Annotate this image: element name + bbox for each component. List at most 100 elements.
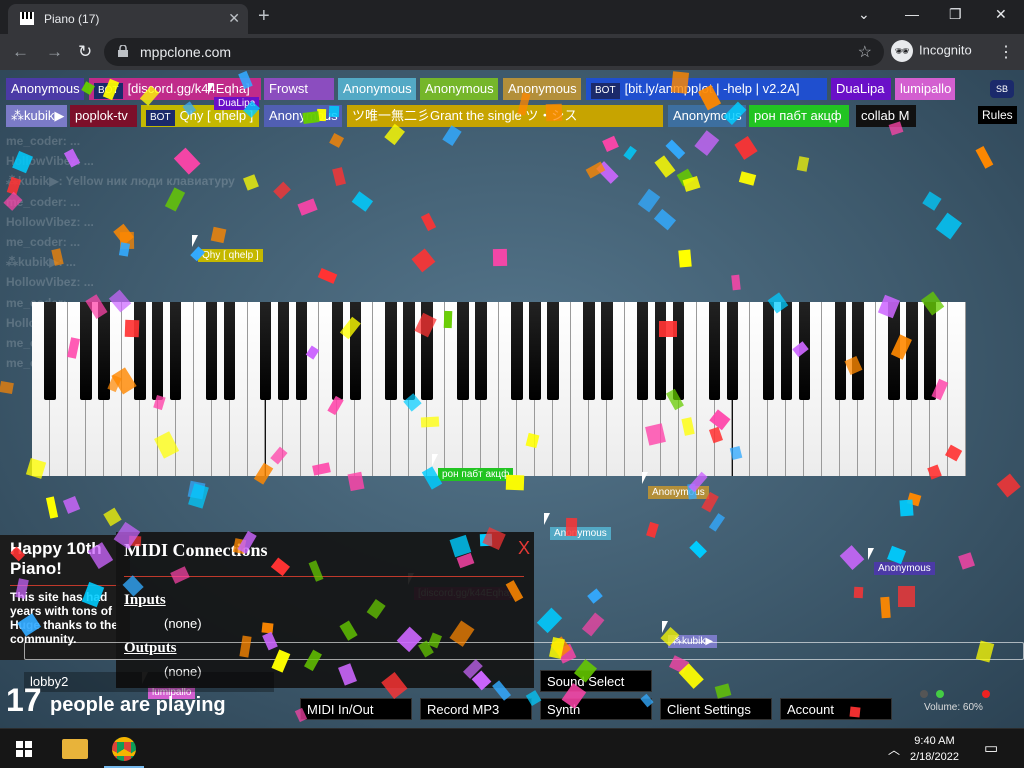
black-key[interactable] (403, 302, 415, 400)
bookmark-star-icon[interactable]: ☆ (858, 42, 872, 62)
black-key[interactable] (385, 302, 397, 400)
midi-inout-button[interactable]: MIDI In/Out (300, 698, 412, 720)
client-settings-button[interactable]: Client Settings (660, 698, 772, 720)
confetti-piece (623, 145, 638, 161)
reload-icon[interactable]: ↻ (78, 42, 92, 62)
participant-tag[interactable]: рон пабт акцф (749, 105, 849, 127)
confetti-piece (581, 612, 605, 637)
piano-favicon-icon (20, 12, 34, 25)
record-mp3-button[interactable]: Record MP3 (420, 698, 532, 720)
black-key[interactable] (852, 302, 864, 400)
black-key[interactable] (672, 302, 685, 400)
confetti-piece (586, 588, 603, 604)
confetti-piece (957, 552, 975, 570)
back-arrow-icon[interactable]: ← (12, 42, 29, 62)
user-cursor-icon (868, 548, 880, 560)
confetti-piece (975, 146, 993, 170)
settings-badge-icon[interactable]: SB (990, 80, 1014, 98)
black-key[interactable] (259, 302, 272, 400)
black-key[interactable] (151, 302, 164, 400)
cursor-name-tag: Anonymous (874, 562, 935, 575)
black-key[interactable] (636, 302, 649, 400)
participant-tag[interactable]: collab M (856, 105, 916, 127)
chat-message: me_coder: ... (6, 235, 81, 249)
participant-tag[interactable]: poplok-tv (70, 105, 137, 127)
confetti-piece (738, 170, 757, 186)
tray-chevron-icon[interactable]: ︿ (888, 741, 900, 758)
incognito-badge[interactable]: 🕶 Incognito (891, 40, 972, 62)
participant-name: Anonymous (425, 81, 494, 96)
incognito-label: Incognito (919, 42, 972, 58)
black-key[interactable] (223, 302, 236, 400)
volume-knob-icon[interactable] (920, 690, 928, 698)
address-bar[interactable]: mppclone.com ☆ (104, 38, 884, 66)
chat-message: me_coder: ... (6, 134, 81, 148)
participant-tag[interactable]: Anonymous (338, 78, 416, 100)
url-text: mppclone.com (140, 44, 232, 60)
notification-icon[interactable]: ▭ (984, 739, 998, 757)
black-key[interactable] (331, 302, 344, 400)
browser-tab[interactable]: Piano (17) ✕ (8, 4, 248, 34)
browser-menu-icon[interactable]: ⋮ (998, 42, 1014, 62)
black-key[interactable] (924, 302, 936, 400)
record-indicator-icon (982, 690, 990, 698)
black-key[interactable] (762, 302, 775, 400)
participant-tag[interactable]: DuaLipa (831, 78, 891, 100)
close-window-button[interactable]: ✕ (995, 6, 1007, 23)
confetti-piece (797, 156, 810, 172)
confetti-piece (124, 319, 139, 337)
participant-name: DuaLipa (836, 81, 885, 96)
file-explorer-icon[interactable] (62, 739, 88, 759)
black-key[interactable] (44, 302, 56, 400)
black-key[interactable] (529, 302, 541, 400)
user-cursor-icon (642, 472, 654, 484)
sound-select-button[interactable]: Sound Select (540, 670, 652, 692)
black-key[interactable] (601, 302, 613, 400)
forward-arrow-icon[interactable]: → (46, 42, 63, 62)
participant-tag[interactable]: ⁂kubik▶ (6, 105, 67, 127)
black-key[interactable] (906, 302, 918, 400)
tab-close-icon[interactable]: ✕ (228, 10, 240, 27)
confetti-piece (346, 472, 364, 492)
black-key[interactable] (834, 302, 846, 400)
chat-input[interactable] (24, 642, 1024, 660)
windows-start-icon[interactable] (16, 741, 32, 757)
account-button[interactable]: Account (780, 698, 892, 720)
confetti-piece (839, 545, 864, 571)
black-key[interactable] (80, 302, 92, 400)
minimize-button[interactable]: — (905, 6, 919, 22)
modal-close-button[interactable]: X (518, 538, 530, 559)
user-cursor-icon (432, 454, 444, 466)
chrome-icon[interactable] (112, 737, 136, 761)
black-key[interactable] (547, 302, 559, 400)
black-key[interactable] (457, 302, 469, 400)
participant-tag[interactable]: Anonymous (6, 78, 84, 100)
participant-tag[interactable]: Frowst (264, 78, 334, 100)
black-key[interactable] (708, 302, 721, 400)
player-count-number: 17 (6, 682, 42, 718)
black-key[interactable] (205, 302, 218, 400)
restore-button[interactable]: ❐ (949, 6, 962, 23)
participant-tag[interactable]: Anonymous (420, 78, 498, 100)
participant-name: Anonymous (11, 81, 80, 96)
tab-search-icon[interactable]: ⌄ (858, 6, 870, 23)
confetti-piece (996, 472, 1021, 497)
black-key[interactable] (583, 302, 595, 400)
confetti-piece (536, 607, 563, 634)
confetti-piece (695, 129, 720, 156)
black-key[interactable] (277, 302, 290, 400)
rules-button[interactable]: Rules (978, 106, 1017, 124)
system-clock[interactable]: 9:40 AM 2/18/2022 (910, 733, 959, 765)
synth-button[interactable]: Synth (540, 698, 652, 720)
new-tab-button[interactable]: + (258, 5, 270, 28)
black-key[interactable] (780, 302, 793, 400)
black-key[interactable] (169, 302, 182, 400)
black-key[interactable] (511, 302, 523, 400)
confetti-piece (654, 155, 676, 178)
participant-tag[interactable]: lumipallo (895, 78, 955, 100)
black-key[interactable] (726, 302, 739, 400)
black-key[interactable] (475, 302, 487, 400)
black-key[interactable] (654, 302, 667, 400)
participant-tag[interactable]: Anonymous (503, 78, 581, 100)
black-key[interactable] (295, 302, 308, 400)
